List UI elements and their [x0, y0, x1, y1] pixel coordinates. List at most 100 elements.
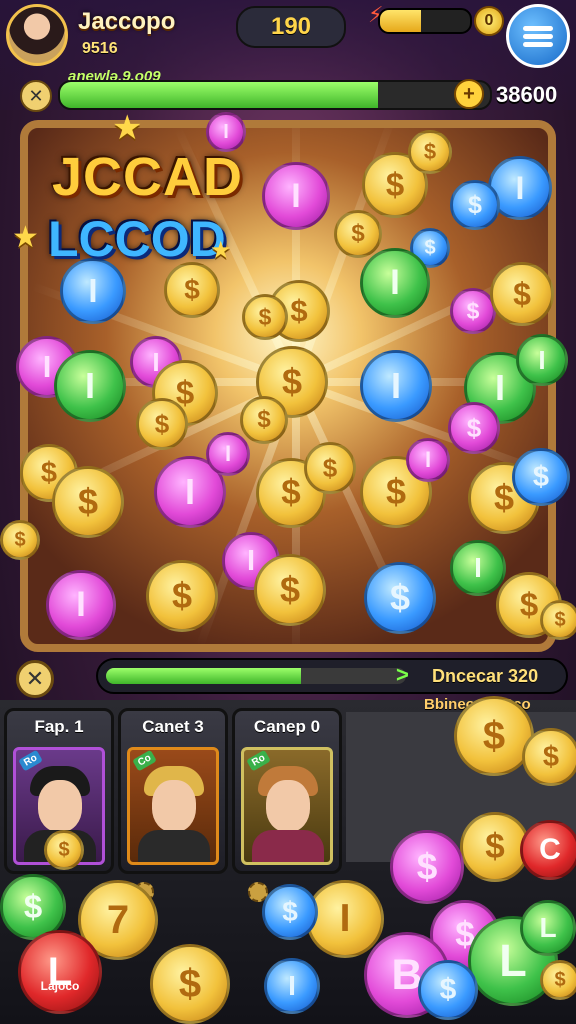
- red-coin[interactable]: L Lajoco: [18, 930, 102, 1014]
- green-coin[interactable]: L: [520, 900, 576, 956]
- dollar-coin-icon: $: [423, 139, 437, 164]
- dollar-coin-icon: $: [184, 274, 200, 305]
- green-coin[interactable]: I: [450, 540, 506, 596]
- gold-coin[interactable]: $: [254, 554, 326, 626]
- gold-coin[interactable]: $: [304, 442, 356, 494]
- player-avatar[interactable]: [6, 4, 68, 66]
- coin-symbol-icon: I: [291, 176, 301, 215]
- card-label: Fap. 1: [34, 717, 84, 736]
- portrait-face: [38, 780, 82, 832]
- coin-symbol-icon: L: [539, 912, 557, 943]
- dollar-coin-icon: $: [279, 569, 301, 610]
- coin-symbol-icon: I: [42, 349, 52, 384]
- blue-coin[interactable]: $: [418, 960, 478, 1020]
- coin-symbol-icon: C: [539, 833, 561, 866]
- gold-coin[interactable]: $: [490, 262, 554, 326]
- coin-symbol-icon: I: [76, 585, 86, 624]
- gold-coin[interactable]: $: [522, 728, 576, 786]
- gold-coin[interactable]: $: [540, 960, 576, 1000]
- gold-coin[interactable]: $: [150, 944, 230, 1024]
- plus-icon[interactable]: +: [454, 79, 484, 109]
- dollar-coin-icon: $: [14, 528, 26, 551]
- coin-symbol-icon: I: [224, 441, 232, 466]
- character-card-3[interactable]: Canep 0 Ro: [232, 708, 342, 902]
- gold-coin[interactable]: $: [540, 600, 576, 640]
- dollar-coin-icon: $: [416, 846, 438, 887]
- player-name: Jaccopo: [78, 8, 176, 35]
- pink-coin[interactable]: I: [206, 432, 250, 476]
- gold-coin[interactable]: $: [164, 262, 220, 318]
- dollar-coin-icon: $: [178, 961, 202, 1006]
- menu-button[interactable]: [506, 4, 570, 68]
- card-portrait: Ro: [241, 747, 333, 902]
- pink-coin[interactable]: $: [448, 402, 500, 454]
- pink-coin[interactable]: $: [390, 830, 464, 904]
- character-card-2[interactable]: Canet 3 Co: [118, 708, 228, 902]
- star-icon: ★: [12, 221, 39, 254]
- coin-symbol-icon: I: [339, 897, 351, 940]
- bonus-progress-bar: > Dncecar 320: [96, 658, 568, 694]
- coin-symbol-icon: 7: [106, 897, 130, 942]
- coin-count-badge[interactable]: 0: [474, 6, 504, 36]
- player-id: 9516: [82, 40, 118, 57]
- close-icon[interactable]: ✕: [20, 80, 52, 112]
- gold-coin[interactable]: I: [306, 880, 384, 958]
- coin-symbol-icon: I: [474, 552, 482, 583]
- dollar-coin-icon: $: [281, 473, 301, 512]
- close-icon[interactable]: ✕: [16, 660, 54, 698]
- dollar-coin-icon: $: [58, 838, 70, 861]
- dollar-coin-icon: $: [385, 471, 407, 512]
- green-coin[interactable]: I: [516, 334, 568, 386]
- portrait-body: [252, 830, 324, 862]
- gold-coin[interactable]: $: [0, 520, 40, 560]
- green-coin[interactable]: I: [54, 350, 126, 422]
- energy-bar-fill: [380, 10, 421, 32]
- dollar-coin-icon: $: [77, 481, 99, 522]
- dollar-coin-icon: $: [485, 827, 505, 866]
- portrait-face: [152, 780, 196, 832]
- gold-coin[interactable]: $: [334, 210, 382, 258]
- coin-symbol-icon: I: [184, 471, 195, 512]
- coin-symbol-icon: I: [88, 272, 98, 309]
- card-label: Canep 0: [253, 717, 321, 736]
- pink-coin[interactable]: I: [46, 570, 116, 640]
- gold-coin[interactable]: $: [240, 396, 288, 444]
- blue-coin[interactable]: $: [262, 884, 318, 940]
- coin-symbol-icon: I: [84, 365, 95, 406]
- gold-coin[interactable]: $: [136, 398, 188, 450]
- dollar-coin-icon: $: [281, 361, 303, 402]
- dollar-coin-icon: $: [466, 297, 480, 324]
- gold-coin[interactable]: $: [52, 466, 124, 538]
- portrait-body: [138, 830, 210, 862]
- score-display: 190: [236, 6, 346, 48]
- star-icon: ★: [112, 109, 143, 147]
- level-progress-bar: [58, 80, 492, 110]
- star-icon: ★: [210, 237, 232, 264]
- bonus-progress-track: [106, 668, 406, 684]
- gold-coin[interactable]: $: [146, 560, 218, 632]
- blue-coin[interactable]: $: [512, 448, 570, 506]
- blue-coin[interactable]: $: [364, 562, 436, 634]
- blue-coin[interactable]: I: [264, 958, 320, 1014]
- game-title-line1: JCCAD: [52, 147, 244, 207]
- dollar-coin-icon: $: [351, 220, 365, 247]
- dollar-coin-icon: $: [171, 575, 193, 616]
- dollar-coin-icon: $: [258, 303, 272, 330]
- gold-coin[interactable]: $: [408, 130, 452, 174]
- blue-coin[interactable]: $: [450, 180, 500, 230]
- gold-coin[interactable]: $: [44, 830, 84, 870]
- card-tag: Ro: [246, 749, 272, 772]
- coin-symbol-icon: L: [499, 935, 527, 986]
- card-portrait: Co: [127, 747, 219, 902]
- dollar-coin-icon: $: [542, 740, 560, 773]
- green-coin[interactable]: I: [360, 248, 430, 318]
- dollar-coin-icon: $: [282, 896, 298, 927]
- pink-coin[interactable]: I: [406, 438, 450, 482]
- pink-coin[interactable]: I: [262, 162, 330, 230]
- gold-coin[interactable]: $: [242, 294, 288, 340]
- card-label: Canet 3: [142, 717, 204, 736]
- dollar-coin-icon: $: [519, 586, 539, 623]
- red-coin[interactable]: C: [520, 820, 576, 880]
- dollar-coin-icon: $: [482, 713, 506, 758]
- blue-coin[interactable]: I: [360, 350, 432, 422]
